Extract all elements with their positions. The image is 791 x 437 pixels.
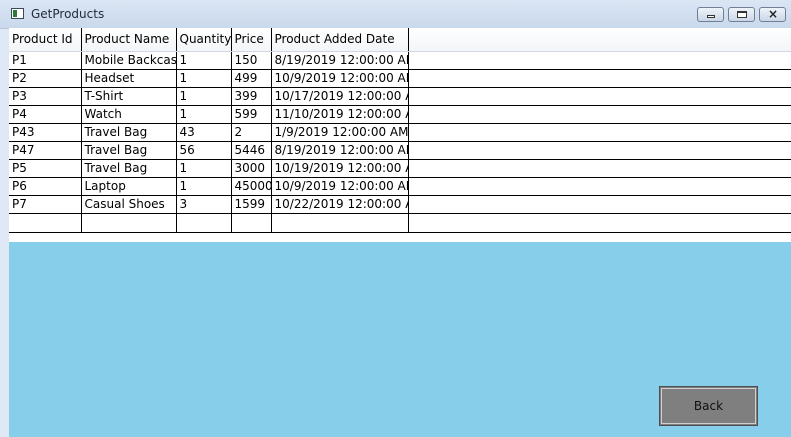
cell-price[interactable]: 399 (231, 87, 272, 106)
cell-added-date[interactable]: 10/22/2019 12:00:00 AM (271, 195, 409, 214)
cell-quantity[interactable]: 3 (176, 195, 232, 214)
new-cell-product-id[interactable] (9, 213, 82, 233)
cell-product-id[interactable]: P43 (9, 123, 82, 142)
maximize-icon (737, 11, 747, 18)
column-header-product-added-date[interactable]: Product Added Date (271, 28, 409, 52)
column-header-product-name[interactable]: Product Name (81, 28, 177, 52)
back-button[interactable]: Back (659, 386, 758, 426)
cell-product-name[interactable]: Headset (81, 69, 177, 88)
new-cell-price[interactable] (231, 213, 272, 233)
cell-filler (408, 195, 791, 214)
new-cell-quantity[interactable] (176, 213, 232, 233)
column-header-quantity[interactable]: Quantity (176, 28, 232, 52)
cell-product-name[interactable]: Travel Bag (81, 123, 177, 142)
cell-product-id[interactable]: P4 (9, 105, 82, 124)
title-bar[interactable]: GetProducts × (0, 0, 791, 29)
table-row[interactable]: P7 Casual Shoes 3 1599 10/22/2019 12:00:… (9, 195, 791, 214)
window-title: GetProducts (31, 7, 105, 21)
cell-added-date[interactable]: 8/19/2019 12:00:00 AM (271, 141, 409, 160)
column-header-price[interactable]: Price (231, 28, 272, 52)
minimize-icon (707, 15, 715, 18)
cell-added-date[interactable]: 10/9/2019 12:00:00 AM (271, 69, 409, 88)
cell-product-id[interactable]: P5 (9, 159, 82, 178)
cell-product-id[interactable]: P2 (9, 69, 82, 88)
cell-product-name[interactable]: Watch (81, 105, 177, 124)
cell-added-date[interactable]: 10/19/2019 12:00:00 AM (271, 159, 409, 178)
cell-filler (408, 177, 791, 196)
cell-quantity[interactable]: 1 (176, 87, 232, 106)
cell-price[interactable]: 3000 (231, 159, 272, 178)
cell-product-name[interactable]: Travel Bag (81, 141, 177, 160)
cell-product-name[interactable]: Travel Bag (81, 159, 177, 178)
close-button[interactable]: × (759, 7, 786, 22)
new-row-placeholder[interactable] (9, 213, 791, 233)
table-row[interactable]: P5 Travel Bag 1 3000 10/19/2019 12:00:00… (9, 159, 791, 178)
column-header-product-id[interactable]: Product Id (9, 28, 82, 52)
new-cell-product-name[interactable] (81, 213, 177, 233)
cell-price[interactable]: 45000 (231, 177, 272, 196)
cell-product-id[interactable]: P1 (9, 51, 82, 70)
cell-product-id[interactable]: P6 (9, 177, 82, 196)
cell-quantity[interactable]: 1 (176, 51, 232, 70)
cell-product-id[interactable]: P3 (9, 87, 82, 106)
cell-price[interactable]: 5446 (231, 141, 272, 160)
table-row[interactable]: P43 Travel Bag 43 2 1/9/2019 12:00:00 AM (9, 123, 791, 142)
cell-quantity[interactable]: 1 (176, 177, 232, 196)
close-icon: × (767, 7, 779, 21)
cell-price[interactable]: 499 (231, 69, 272, 88)
minimize-button[interactable] (697, 7, 724, 22)
header-row: Product Id Product Name Quantity Price P… (9, 28, 791, 52)
cell-quantity[interactable]: 1 (176, 69, 232, 88)
cell-quantity[interactable]: 56 (176, 141, 232, 160)
table-row[interactable]: P1 Mobile Backcase 1 150 8/19/2019 12:00… (9, 51, 791, 70)
products-table: Product Id Product Name Quantity Price P… (9, 28, 791, 233)
cell-product-id[interactable]: P7 (9, 195, 82, 214)
table-row[interactable]: P4 Watch 1 599 11/10/2019 12:00:00 AM (9, 105, 791, 124)
cell-filler (408, 213, 791, 233)
client-area: Product Id Product Name Quantity Price P… (9, 28, 791, 437)
cell-quantity[interactable]: 43 (176, 123, 232, 142)
products-grid[interactable]: Product Id Product Name Quantity Price P… (9, 28, 791, 242)
cell-filler (408, 105, 791, 124)
cell-filler (408, 141, 791, 160)
cell-added-date[interactable]: 8/19/2019 12:00:00 AM (271, 51, 409, 70)
cell-product-id[interactable]: P47 (9, 141, 82, 160)
cell-quantity[interactable]: 1 (176, 105, 232, 124)
cell-filler (408, 69, 791, 88)
cell-quantity[interactable]: 1 (176, 159, 232, 178)
cell-added-date[interactable]: 11/10/2019 12:00:00 AM (271, 105, 409, 124)
cell-filler (408, 87, 791, 106)
get-products-window: GetProducts × Product Id Product Name Qu… (0, 0, 791, 437)
cell-added-date[interactable]: 1/9/2019 12:00:00 AM (271, 123, 409, 142)
cell-price[interactable]: 1599 (231, 195, 272, 214)
cell-added-date[interactable]: 10/9/2019 12:00:00 AM (271, 177, 409, 196)
table-row[interactable]: P6 Laptop 1 45000 10/9/2019 12:00:00 AM (9, 177, 791, 196)
cell-product-name[interactable]: Laptop (81, 177, 177, 196)
cell-product-name[interactable]: Casual Shoes (81, 195, 177, 214)
table-row[interactable]: P2 Headset 1 499 10/9/2019 12:00:00 AM (9, 69, 791, 88)
new-cell-added-date[interactable] (271, 213, 409, 233)
cell-product-name[interactable]: T-Shirt (81, 87, 177, 106)
cell-product-name[interactable]: Mobile Backcase (81, 51, 177, 70)
cell-filler (408, 51, 791, 70)
cell-filler (408, 123, 791, 142)
column-header-filler (408, 28, 791, 52)
cell-price[interactable]: 599 (231, 105, 272, 124)
table-row[interactable]: P3 T-Shirt 1 399 10/17/2019 12:00:00 AM (9, 87, 791, 106)
window-app-icon (11, 8, 24, 19)
maximize-button[interactable] (728, 7, 755, 22)
cell-price[interactable]: 150 (231, 51, 272, 70)
cell-price[interactable]: 2 (231, 123, 272, 142)
table-row[interactable]: P47 Travel Bag 56 5446 8/19/2019 12:00:0… (9, 141, 791, 160)
cell-filler (408, 159, 791, 178)
cell-added-date[interactable]: 10/17/2019 12:00:00 AM (271, 87, 409, 106)
